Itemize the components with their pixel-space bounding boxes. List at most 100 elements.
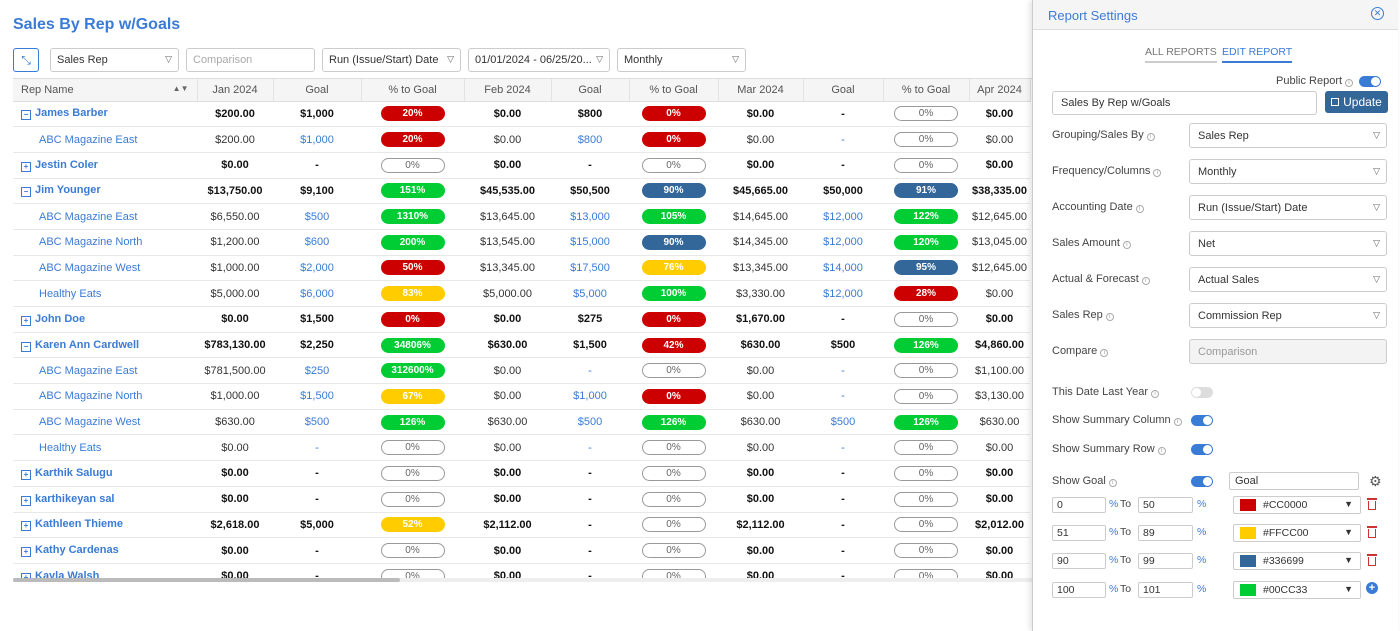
expand-row-icon[interactable]: +: [21, 469, 31, 480]
collapse-icon[interactable]: ⤡: [13, 48, 39, 72]
column-header-rep-name[interactable]: Rep Name ▲▼: [13, 79, 198, 102]
collapse-row-icon[interactable]: −: [21, 341, 31, 352]
table-row[interactable]: ABC Magazine West $1,000.00 $2,000 50% $13,3…: [13, 255, 1030, 282]
grouping-select[interactable]: Sales Rep ▽: [50, 48, 179, 72]
color-picker[interactable]: #00CC33 ▼: [1233, 581, 1361, 599]
collapse-row-icon[interactable]: −: [21, 110, 31, 121]
range-to-input[interactable]: 101: [1138, 582, 1193, 598]
goal-label-input[interactable]: Goal: [1229, 472, 1359, 490]
rep-name-cell[interactable]: + John Doe: [13, 306, 197, 333]
rep-name[interactable]: karthikeyan sal: [35, 493, 115, 505]
table-row[interactable]: ABC Magazine East $6,550.00 $500 1310% $13,6…: [13, 203, 1030, 230]
range-to-input[interactable]: 50: [1138, 497, 1193, 513]
rep-name-cell[interactable]: − Karen Ann Cardwell: [13, 332, 197, 359]
toggle-switch[interactable]: [1191, 387, 1213, 398]
setting-select[interactable]: Run (Issue/Start) Date ▽: [1189, 195, 1387, 220]
range-to-input[interactable]: 89: [1138, 525, 1193, 541]
expand-row-icon[interactable]: +: [21, 495, 31, 506]
toggle-switch[interactable]: [1191, 444, 1213, 455]
info-icon: i: [1173, 418, 1182, 426]
trash-icon[interactable]: [1367, 553, 1377, 566]
report-name-input[interactable]: Sales By Rep w/Goals: [1052, 91, 1317, 115]
rep-name[interactable]: Kathleen Thieme: [35, 518, 123, 530]
table-row[interactable]: − James Barber $200.00 $1,000 20% $0.00 $800 0%…: [13, 101, 1030, 128]
range-from-input[interactable]: 90: [1052, 553, 1106, 569]
toggle-switch[interactable]: [1191, 476, 1213, 487]
setting-select[interactable]: Actual Sales ▽: [1189, 267, 1387, 292]
table-row[interactable]: ABC Magazine North $1,200.00 $600 200% $13,5…: [13, 229, 1030, 256]
rep-name[interactable]: Karthik Salugu: [35, 467, 113, 479]
rep-name[interactable]: John Doe: [35, 313, 85, 325]
table-row[interactable]: + Kayla Walsh $0.00-0% $0.00-0% $0.00-0% $0.0…: [13, 563, 1030, 578]
gear-icon[interactable]: ⚙: [1369, 473, 1382, 490]
range-from-input[interactable]: 0: [1052, 497, 1106, 513]
rep-name-cell[interactable]: − James Barber: [13, 101, 197, 128]
setting-select[interactable]: Net ▽: [1189, 231, 1387, 256]
tab-all-reports[interactable]: ALL REPORTS: [1145, 46, 1217, 63]
table-row[interactable]: + Kathleen Thieme $2,618.00 $5,000 52% $2,112…: [13, 512, 1030, 539]
table-row[interactable]: + Jestin Coler $0.00-0% $0.00-0% $0.00-0% $0.…: [13, 152, 1030, 179]
comparison-input[interactable]: Comparison: [186, 48, 315, 72]
rep-name[interactable]: Jim Younger: [35, 184, 101, 196]
table-row[interactable]: − Karen Ann Cardwell $783,130.00 $2,250 3480…: [13, 332, 1030, 359]
public-report-text: Public Report: [1276, 75, 1343, 87]
rep-name[interactable]: Jestin Coler: [35, 159, 98, 171]
table-row[interactable]: + Karthik Salugu $0.00-0% $0.00-0% $0.00-0% $…: [13, 460, 1030, 487]
color-picker[interactable]: #CC0000 ▼: [1233, 496, 1361, 514]
public-report-toggle[interactable]: [1359, 76, 1381, 87]
color-picker[interactable]: #FFCC00 ▼: [1233, 524, 1361, 542]
table-row[interactable]: − Jim Younger $13,750.00 $9,100 151% $45,535.…: [13, 178, 1030, 205]
tab-edit-report[interactable]: EDIT REPORT: [1222, 46, 1293, 63]
table-row[interactable]: ABC Magazine West $630.00 $500 126% $630.00 $…: [13, 409, 1030, 436]
horizontal-scrollbar[interactable]: [13, 578, 1032, 582]
sales-cell: $781,500.00: [197, 357, 273, 385]
sales-cell: $14,645.00: [718, 203, 803, 230]
rep-name-cell[interactable]: + karthikeyan sal: [13, 486, 197, 513]
rep-name[interactable]: Kayla Walsh: [35, 570, 99, 578]
setting-select[interactable]: Sales Rep ▽: [1189, 123, 1387, 148]
close-icon[interactable]: ✕: [1371, 7, 1384, 20]
table-row[interactable]: ABC Magazine East $781,500.00 $250 312600% $…: [13, 357, 1030, 385]
expand-row-icon[interactable]: +: [21, 315, 31, 326]
setting-select[interactable]: Commission Rep ▽: [1189, 303, 1387, 328]
rep-name-cell[interactable]: + Karthik Salugu: [13, 460, 197, 487]
rep-name-cell[interactable]: − Jim Younger: [13, 178, 197, 205]
table-row[interactable]: ABC Magazine North $1,000.00 $1,500 67% $0.0…: [13, 383, 1030, 410]
setting-select[interactable]: Monthly ▽: [1189, 159, 1387, 184]
rep-name-cell[interactable]: + Kathy Cardenas: [13, 537, 197, 564]
table-row[interactable]: Healthy Eats $0.00-0% $0.00-0% $0.00-0% $0.0…: [13, 434, 1030, 462]
chevron-down-icon: ▽: [732, 54, 739, 64]
rep-name-cell[interactable]: + Kayla Walsh: [13, 563, 197, 578]
range-from-input[interactable]: 51: [1052, 525, 1106, 541]
update-button[interactable]: Update: [1325, 91, 1388, 113]
add-range-icon[interactable]: +: [1366, 582, 1378, 594]
table-row[interactable]: + Kathy Cardenas $0.00-0% $0.00-0% $0.00-0% $…: [13, 537, 1030, 564]
range-to-input[interactable]: 99: [1138, 553, 1193, 569]
sort-icon[interactable]: ▲▼: [173, 84, 189, 93]
pct-to-goal-pill: 0%: [894, 440, 958, 456]
trash-icon[interactable]: [1367, 525, 1377, 538]
scrollbar-thumb[interactable]: [13, 578, 400, 582]
collapse-row-icon[interactable]: −: [21, 187, 31, 198]
expand-row-icon[interactable]: +: [21, 161, 31, 172]
color-picker[interactable]: #336699 ▼: [1233, 552, 1361, 570]
expand-row-icon[interactable]: +: [21, 547, 31, 558]
table-row[interactable]: ABC Magazine East $200.00 $1,000 20% $0.00 $8…: [13, 126, 1030, 153]
rep-name[interactable]: James Barber: [35, 107, 108, 119]
rep-name-cell[interactable]: + Jestin Coler: [13, 152, 197, 179]
trash-icon[interactable]: [1367, 497, 1377, 510]
frequency-select[interactable]: Monthly ▽: [617, 48, 746, 72]
table-row[interactable]: + karthikeyan sal $0.00-0% $0.00-0% $0.00-0%…: [13, 486, 1030, 513]
range-from-input[interactable]: 100: [1052, 582, 1106, 598]
accounting-date-select[interactable]: Run (Issue/Start) Date ▽: [322, 48, 461, 72]
rep-name-cell[interactable]: + Kathleen Thieme: [13, 512, 197, 539]
goal-cell: $15,000: [551, 229, 629, 256]
toggle-switch[interactable]: [1191, 415, 1213, 426]
date-range-select[interactable]: 01/01/2024 - 06/25/20... ▽: [468, 48, 610, 72]
rep-name[interactable]: Kathy Cardenas: [35, 544, 119, 556]
expand-row-icon[interactable]: +: [21, 521, 31, 532]
rep-name[interactable]: Karen Ann Cardwell: [35, 339, 139, 351]
compare-input[interactable]: Comparison: [1189, 339, 1387, 364]
table-row[interactable]: + John Doe $0.00 $1,500 0% $0.00 $275 0% $1,670.…: [13, 306, 1030, 333]
table-row[interactable]: Healthy Eats $5,000.00 $6,000 83% $5,000.00 $…: [13, 280, 1030, 307]
